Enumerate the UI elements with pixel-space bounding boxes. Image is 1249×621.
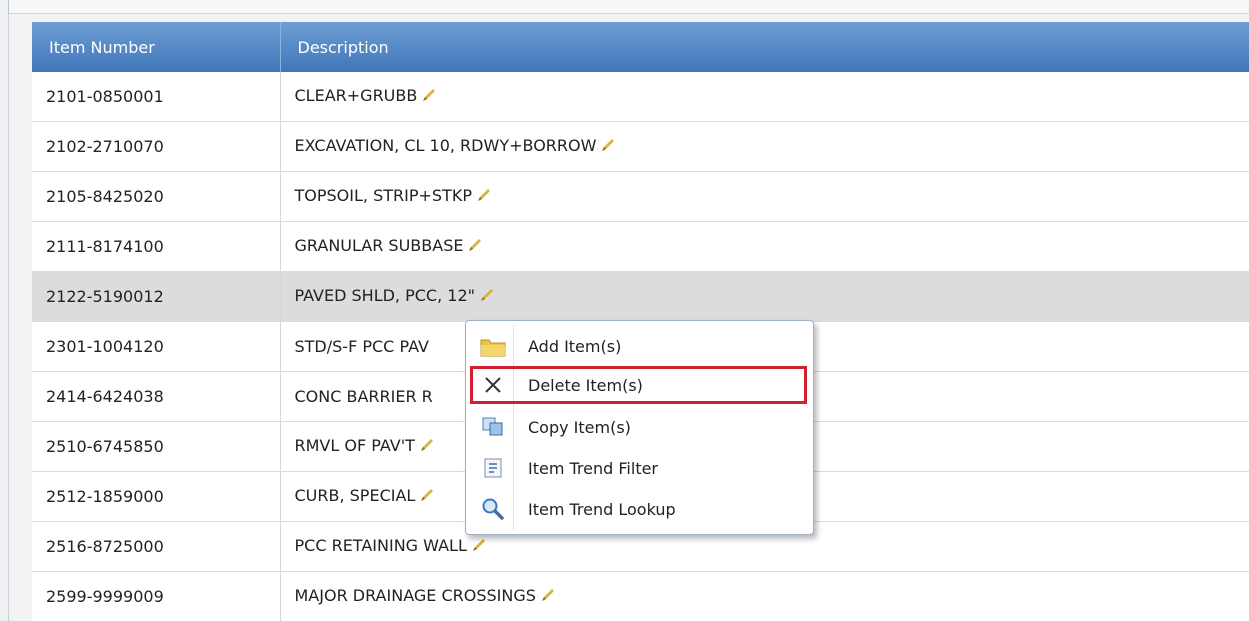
description-text: CONC BARRIER R — [294, 387, 433, 406]
filter-icon — [478, 453, 508, 483]
pencil-icon[interactable] — [421, 87, 437, 107]
menu-item-item-trend-lookup[interactable]: Item Trend Lookup — [470, 490, 807, 528]
table-row[interactable]: 2105-8425020 TOPSOIL, STRIP+STKP — [32, 171, 1249, 222]
description-cell: GRANULAR SUBBASE — [280, 221, 1249, 272]
description-cell: TOPSOIL, STRIP+STKP — [280, 171, 1249, 222]
table-row[interactable]: 2599-9999009 MAJOR DRAINAGE CROSSINGS — [32, 571, 1249, 621]
item-number-cell: 2512-1859000 — [32, 471, 281, 522]
pencil-icon[interactable] — [479, 287, 495, 307]
menu-item-add-items[interactable]: Add Item(s) — [470, 327, 807, 365]
description-text: TOPSOIL, STRIP+STKP — [294, 186, 472, 206]
menu-item-item-trend-filter[interactable]: Item Trend Filter — [470, 449, 807, 487]
description-cell: MAJOR DRAINAGE CROSSINGS — [280, 571, 1249, 621]
item-number-cell: 2414-6424038 — [32, 371, 281, 422]
description-text: MAJOR DRAINAGE CROSSINGS — [294, 586, 536, 606]
menu-item-copy-items[interactable]: Copy Item(s) — [470, 408, 807, 446]
menu-item-label: Item Trend Lookup — [528, 499, 676, 519]
table-row-selected[interactable]: 2122-5190012 PAVED SHLD, PCC, 12" — [32, 271, 1249, 322]
pencil-icon[interactable] — [476, 187, 492, 207]
menu-item-label: Delete Item(s) — [528, 375, 643, 395]
item-number-cell: 2101-0850001 — [32, 72, 281, 122]
pencil-icon[interactable] — [471, 537, 487, 557]
item-number-cell: 2510-6745850 — [32, 421, 281, 472]
magnifier-icon — [478, 494, 508, 524]
close-icon — [478, 370, 508, 400]
table-row[interactable]: 2111-8174100 GRANULAR SUBBASE — [32, 221, 1249, 272]
folder-icon — [478, 331, 508, 361]
description-cell: EXCAVATION, CL 10, RDWY+BORROW — [280, 121, 1249, 172]
description-text: PAVED SHLD, PCC, 12" — [294, 286, 475, 306]
table-header-row: Item Number Description — [32, 22, 1249, 72]
description-text: STD/S-F PCC PAV — [294, 337, 429, 356]
menu-item-label: Item Trend Filter — [528, 458, 659, 478]
context-menu: Add Item(s) Delete Item(s) Copy Item(s) … — [465, 320, 814, 535]
description-text: CLEAR+GRUBB — [294, 86, 418, 106]
menu-item-label: Copy Item(s) — [528, 417, 631, 437]
pencil-icon[interactable] — [600, 137, 616, 157]
description-text: CURB, SPECIAL — [294, 486, 416, 506]
pencil-icon[interactable] — [419, 487, 435, 507]
item-number-cell: 2105-8425020 — [32, 171, 281, 222]
table-row[interactable]: 2101-0850001 CLEAR+GRUBB — [32, 72, 1249, 122]
description-cell: PAVED SHLD, PCC, 12" — [280, 271, 1249, 322]
item-number-cell: 2516-8725000 — [32, 521, 281, 572]
description-cell: CLEAR+GRUBB — [280, 72, 1249, 122]
item-number-cell: 2599-9999009 — [32, 571, 281, 621]
pencil-icon[interactable] — [540, 587, 556, 607]
description-text: GRANULAR SUBBASE — [294, 236, 464, 256]
left-panel-edge — [0, 0, 9, 621]
table-row[interactable]: 2102-2710070 EXCAVATION, CL 10, RDWY+BOR… — [32, 121, 1249, 172]
item-number-cell: 2122-5190012 — [32, 271, 281, 322]
pencil-icon[interactable] — [419, 437, 435, 457]
description-text: EXCAVATION, CL 10, RDWY+BORROW — [294, 136, 597, 156]
copy-icon — [478, 412, 508, 442]
description-text: RMVL OF PAV'T — [294, 436, 415, 456]
column-header-description[interactable]: Description — [280, 22, 1249, 72]
item-number-cell: 2111-8174100 — [32, 221, 281, 272]
item-number-cell: 2102-2710070 — [32, 121, 281, 172]
item-number-cell: 2301-1004120 — [32, 321, 281, 372]
pencil-icon[interactable] — [467, 237, 483, 257]
menu-item-label: Add Item(s) — [528, 336, 622, 356]
menu-item-delete-items[interactable]: Delete Item(s) — [470, 366, 807, 404]
top-panel-edge — [8, 0, 1249, 14]
description-text: PCC RETAINING WALL — [294, 536, 467, 556]
column-header-item-number[interactable]: Item Number — [32, 22, 281, 72]
